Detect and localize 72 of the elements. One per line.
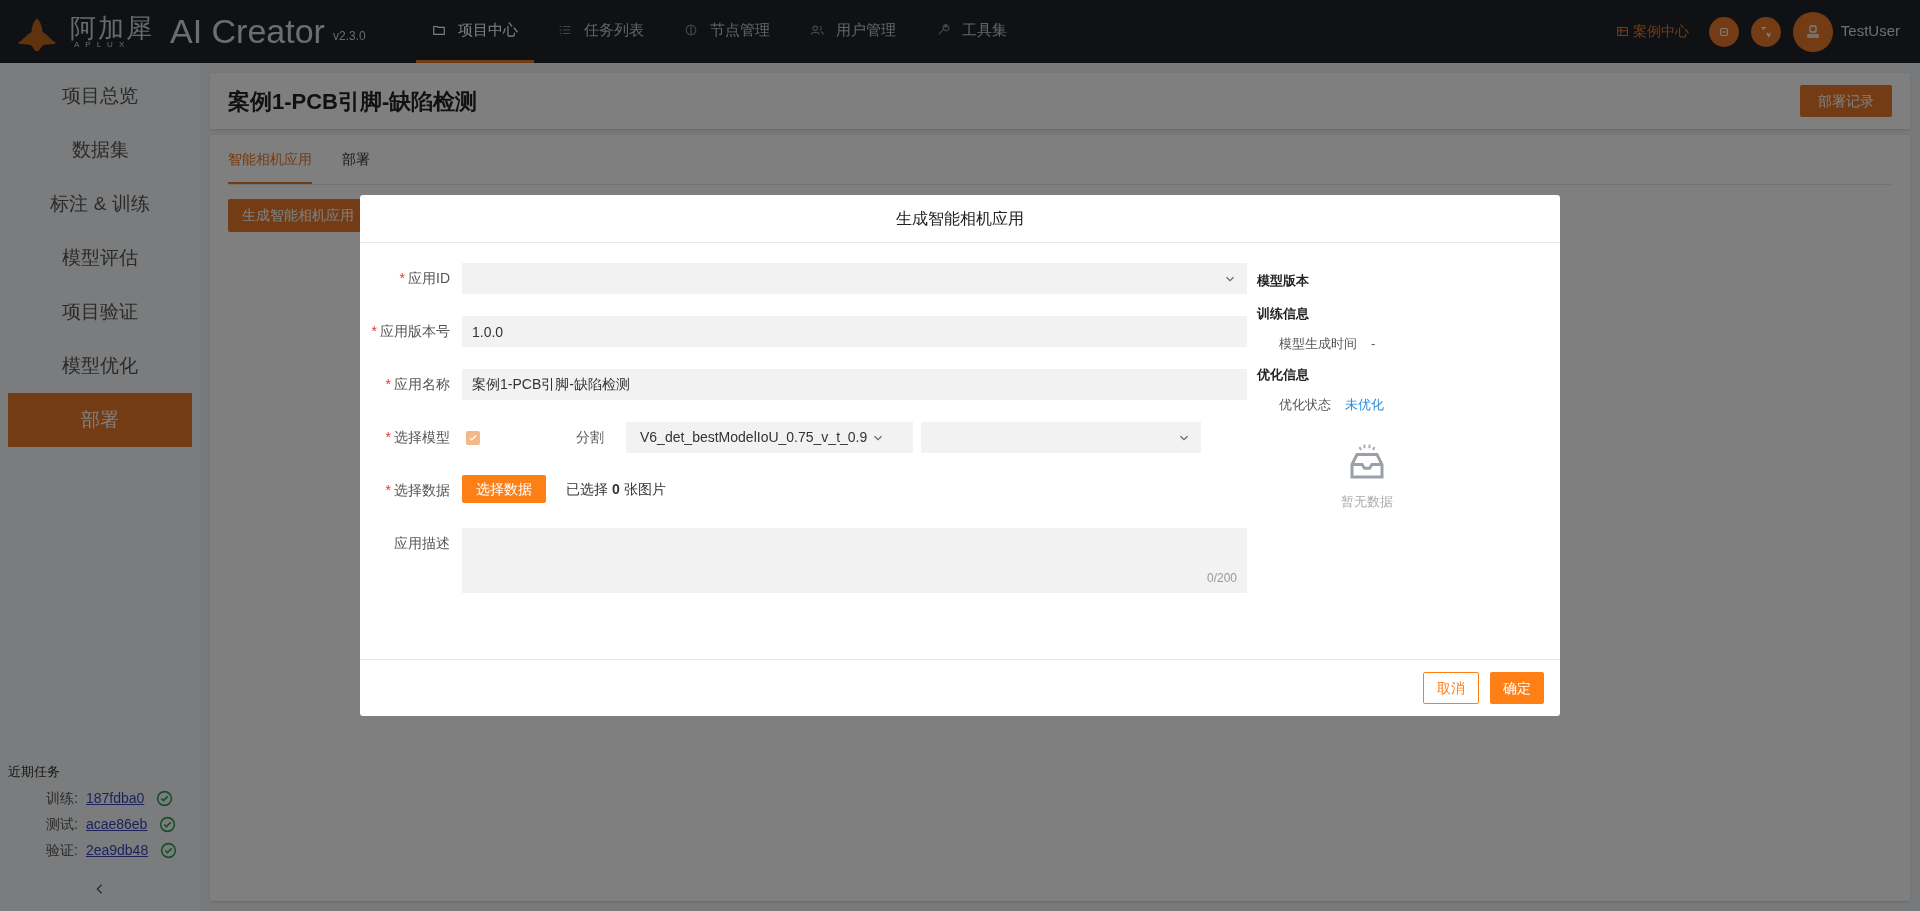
page-title: 案例1-PCB引脚-缺陷检测 [228,87,478,116]
sidebar-item[interactable]: 项目总览 [8,69,192,123]
field-label: 应用版本号 [380,322,450,341]
field-label: 选择数据 [394,481,450,500]
field-label: 应用描述 [394,534,450,553]
task-link[interactable]: 187fdba0 [85,787,145,809]
description-field[interactable]: 0/200 [462,528,1247,593]
nav-tab[interactable]: 用户管理 [794,0,912,63]
users-icon [810,23,824,37]
deploy-record-button[interactable]: 部署记录 [1800,85,1892,117]
nav-tab[interactable]: 任务列表 [542,0,660,63]
version-label: v2.3.0 [332,28,366,45]
required-mark: * [385,428,391,447]
segment-label: 分割 [576,428,605,447]
user-name: TestUser [1840,21,1900,42]
sidebar-item[interactable]: 标注 & 训练 [8,177,192,231]
text-field[interactable]: 1.0.0 [462,316,1247,347]
text-field[interactable]: 案例1-PCB引脚-缺陷检测 [462,369,1247,400]
translate-button[interactable] [1750,16,1781,47]
model-select[interactable]: V6_det_bestModelIoU_0.75_v_t_0.9 [626,422,913,453]
required-mark: * [399,269,405,288]
nav-tab[interactable]: 节点管理 [668,0,786,63]
case-center-link[interactable]: 案例中心 [1615,21,1689,42]
task-label: 训练: [46,788,78,808]
info-label: 模型生成时间 [1279,335,1357,354]
recent-tasks-title: 近期任务 [8,762,61,781]
app-name: AI Creator [170,11,325,52]
logo-text: 阿加犀 [70,14,154,41]
required-mark: * [385,375,391,394]
mascot-button[interactable] [1708,16,1739,47]
check-icon [468,433,478,443]
nav-tab[interactable]: 项目中心 [416,0,534,63]
task-label: 测试: [46,814,78,834]
nav-tab[interactable]: 工具集 [920,0,1023,63]
info-value: - [1371,335,1376,354]
confirm-button[interactable]: 确定 [1490,672,1544,704]
field-label: 应用名称 [394,375,450,394]
section-title: 训练信息 [1257,304,1310,323]
section-title: 优化信息 [1257,365,1310,384]
field-label: 选择模型 [394,428,450,447]
wrench-icon [936,23,950,37]
checkbox[interactable] [466,431,480,445]
circle-icon [684,23,698,37]
task-label: 验证: [46,840,78,860]
empty-text: 暂无数据 [1341,493,1393,511]
required-mark: * [385,481,391,500]
sidebar-item[interactable]: 模型优化 [8,339,192,393]
folder-icon [432,23,446,37]
required-mark: * [371,322,377,341]
sidebar-item[interactable]: 部署 [8,393,192,447]
sidebar-item[interactable]: 数据集 [8,123,192,177]
user-icon [1804,23,1821,40]
select-data-button[interactable]: 选择数据 [462,475,546,503]
section-title: 模型版本 [1257,271,1310,290]
field-label: 应用ID [408,269,450,288]
info-label: 优化状态 [1279,396,1331,415]
avatar[interactable] [1792,11,1833,52]
logo-subtitle: APLUX [74,40,131,49]
cancel-button[interactable]: 取消 [1423,672,1479,704]
sidebar-item[interactable]: 模型评估 [8,231,192,285]
tab[interactable]: 智能相机应用 [228,149,312,184]
sidebar-item[interactable]: 项目验证 [8,285,192,339]
grid-icon [1615,25,1629,38]
task-link[interactable]: 2ea9db48 [85,839,149,861]
selected-count-text: 已选择 0 张图片 [566,480,666,499]
character-counter: 0/200 [1206,570,1237,587]
dialog-title: 生成智能相机应用 [896,208,1024,229]
status-value: 未优化 [1345,396,1384,415]
select-field[interactable] [462,263,1247,294]
task-link[interactable]: acae86eb [85,813,148,835]
list-icon [558,23,572,37]
tab[interactable]: 部署 [342,149,370,184]
